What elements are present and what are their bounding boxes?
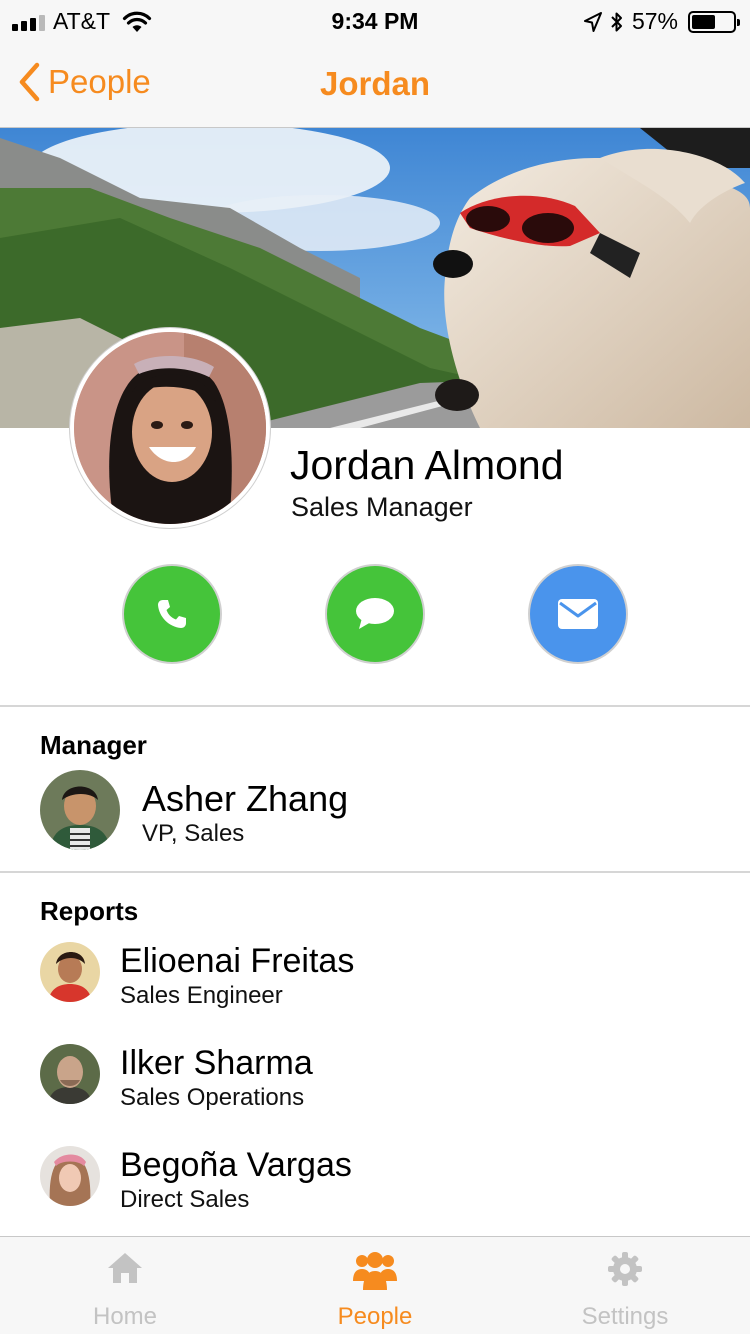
profile-job-title: Sales Manager — [291, 492, 473, 522]
manager-avatar — [40, 770, 120, 850]
report-avatar — [40, 1044, 100, 1104]
manager-row[interactable]: Asher Zhang VP, Sales — [0, 770, 750, 852]
report-avatar — [40, 1146, 100, 1206]
report-row[interactable]: Ilker Sharma Sales Operations — [0, 1044, 750, 1111]
tab-settings-label: Settings — [581, 1303, 669, 1330]
envelope-icon — [558, 599, 598, 629]
report-title: Direct Sales — [120, 1186, 250, 1213]
battery-level — [692, 14, 715, 29]
phone-icon — [158, 600, 186, 628]
battery-icon — [688, 10, 740, 33]
profile-name: Jordan Almond — [290, 442, 564, 488]
back-button[interactable]: People — [18, 62, 151, 102]
gear-icon — [608, 1252, 642, 1286]
location-arrow-icon — [583, 11, 602, 32]
tab-settings[interactable]: Settings — [500, 1237, 750, 1334]
report-row[interactable]: Elioenai Freitas Sales Engineer — [0, 942, 750, 1009]
tab-home[interactable]: Home — [0, 1237, 250, 1334]
report-name: Elioenai Freitas — [120, 942, 355, 980]
call-button[interactable] — [122, 564, 222, 664]
people-icon — [353, 1252, 397, 1290]
tab-home-label: Home — [92, 1303, 158, 1330]
manager-name: Asher Zhang — [142, 778, 349, 819]
section-divider — [0, 705, 750, 707]
status-right: 57% — [583, 8, 740, 35]
email-button[interactable] — [528, 564, 628, 664]
status-bar: AT&T 9:34 PM 57% — [0, 0, 750, 40]
report-avatar — [40, 942, 100, 1002]
report-title: Sales Engineer — [120, 982, 283, 1009]
profile-avatar — [70, 328, 270, 528]
report-name: Ilker Sharma — [120, 1044, 313, 1082]
reports-heading: Reports — [40, 896, 139, 926]
tab-people[interactable]: People — [250, 1237, 500, 1334]
manager-title: VP, Sales — [142, 820, 245, 847]
battery-percent: 57% — [631, 8, 678, 34]
navigation-bar: People Jordan — [0, 40, 750, 128]
report-row[interactable]: Begoña Vargas Direct Sales — [0, 1146, 750, 1213]
tab-people-label: People — [337, 1303, 413, 1330]
message-button[interactable] — [325, 564, 425, 664]
bluetooth-icon — [611, 12, 622, 31]
tab-bar: Home People Settings — [0, 1236, 750, 1334]
home-icon — [108, 1253, 142, 1283]
report-name: Begoña Vargas — [120, 1146, 352, 1184]
manager-heading: Manager — [40, 730, 147, 760]
contact-actions — [0, 564, 750, 666]
report-title: Sales Operations — [120, 1084, 305, 1111]
message-bubble-icon — [356, 598, 394, 629]
chevron-left-icon — [19, 62, 40, 102]
back-button-label: People — [48, 63, 151, 100]
section-divider — [0, 871, 750, 873]
